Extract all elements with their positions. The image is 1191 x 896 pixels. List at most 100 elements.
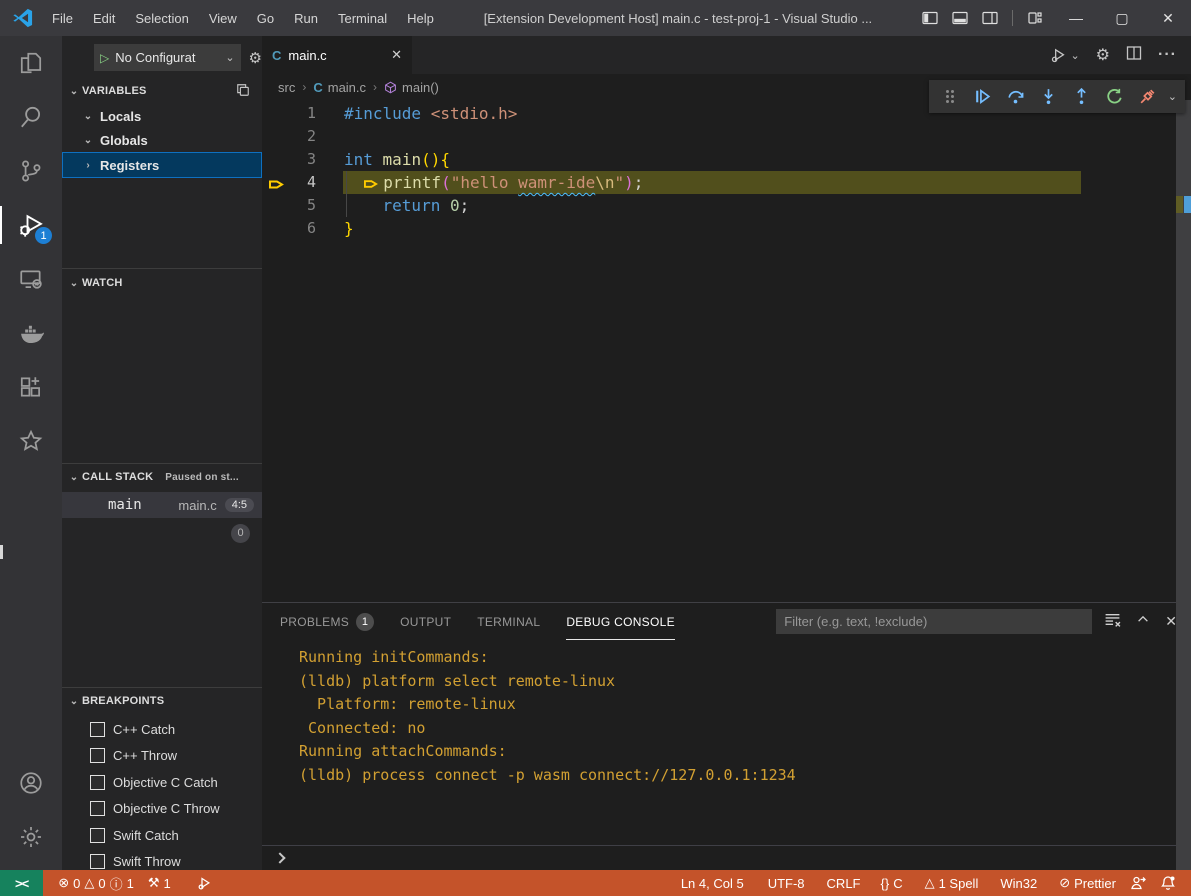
breakpoint-row[interactable]: Swift Catch [62, 822, 262, 849]
code-line-4[interactable]: 4 printf("hello wamr-ide\n"); [262, 171, 1191, 194]
variables-item-globals[interactable]: ⌄Globals [62, 128, 262, 152]
breakpoint-gutter[interactable] [262, 125, 288, 148]
feedback-button[interactable] [1123, 870, 1153, 896]
sidebar-item-remote-explorer[interactable] [0, 252, 62, 306]
manage-button[interactable] [0, 810, 62, 864]
scrollbar-slider[interactable] [1176, 100, 1191, 870]
variables-item-locals[interactable]: ⌄Locals [62, 104, 262, 128]
menu-terminal[interactable]: Terminal [328, 0, 397, 36]
breakpoints-section-header[interactable]: ⌄ BREAKPOINTS [62, 690, 262, 712]
code-line-2[interactable]: 2 [262, 125, 1191, 148]
debug-session-status[interactable] [190, 870, 219, 896]
clear-console-icon[interactable] [1104, 611, 1121, 633]
call-stack-section-header[interactable]: ⌄ CALL STACK Paused on st... [62, 466, 262, 488]
menu-file[interactable]: File [42, 0, 83, 36]
variables-item-registers[interactable]: ›Registers [62, 152, 262, 178]
restart-button[interactable] [1102, 84, 1128, 110]
debug-gear-button[interactable]: ⚙ [1096, 45, 1110, 65]
tab-main-c[interactable]: C main.c ✕ [262, 36, 412, 74]
panel-tab-problems[interactable]: PROBLEMS1 [280, 603, 374, 640]
cursor-position[interactable]: Ln 4, Col 5 [674, 870, 751, 896]
breakpoint-gutter[interactable] [262, 102, 288, 125]
breakpoint-checkbox[interactable] [90, 722, 105, 737]
breadcrumb-item[interactable]: src [278, 80, 295, 95]
eol[interactable]: CRLF [820, 870, 868, 896]
chevron-down-icon[interactable]: ⌄ [1070, 49, 1079, 62]
step-over-button[interactable] [1003, 84, 1029, 110]
toggle-sidebar-icon[interactable] [922, 10, 938, 26]
sidebar-item-extensions[interactable] [0, 360, 62, 414]
breakpoint-gutter[interactable] [262, 148, 288, 171]
breakpoint-row[interactable]: C++ Throw [62, 743, 262, 770]
code-line-3[interactable]: 3int main(){ [262, 148, 1191, 171]
sidebar-item-source-control[interactable] [0, 144, 62, 198]
copy-value-icon[interactable] [236, 83, 250, 100]
menu-view[interactable]: View [199, 0, 247, 36]
more-actions-button[interactable]: ··· [1158, 46, 1177, 64]
panel-tab-output[interactable]: OUTPUT [400, 603, 451, 640]
menu-edit[interactable]: Edit [83, 0, 125, 36]
debug-start-icon[interactable]: ▷ [100, 51, 109, 65]
formatter-status[interactable]: ⊘ Prettier [1052, 870, 1123, 896]
drag-handle-icon[interactable] [937, 84, 963, 110]
breakpoint-gutter[interactable] [262, 194, 288, 217]
panel-tab-debug-console[interactable]: DEBUG CONSOLE [566, 603, 675, 640]
close-tab-icon[interactable]: ✕ [391, 47, 402, 63]
step-out-button[interactable] [1069, 84, 1095, 110]
maximize-panel-icon[interactable] [1136, 612, 1150, 631]
debug-settings-gear-icon[interactable]: ⚙ [249, 49, 262, 67]
notifications-button[interactable] [1153, 870, 1183, 896]
customize-layout-icon[interactable] [1027, 10, 1043, 26]
close-button[interactable]: ✕ [1145, 0, 1191, 36]
accounts-button[interactable] [0, 756, 62, 810]
code-line-6[interactable]: 6} [262, 217, 1191, 240]
debug-configuration-dropdown[interactable]: ▷ No Configurat ⌄ [94, 44, 241, 71]
console-filter-input[interactable] [776, 609, 1092, 634]
breakpoint-checkbox[interactable] [90, 854, 105, 869]
breakpoint-row[interactable]: C++ Catch [62, 716, 262, 743]
toggle-secondary-sidebar-icon[interactable] [982, 10, 998, 26]
sidebar-item-favorites[interactable] [0, 414, 62, 468]
disconnect-button[interactable] [1135, 84, 1161, 110]
panel-tab-terminal[interactable]: TERMINAL [477, 603, 540, 640]
breakpoint-checkbox[interactable] [90, 801, 105, 816]
watch-section-header[interactable]: ⌄ WATCH [62, 272, 262, 294]
toggle-panel-icon[interactable] [952, 10, 968, 26]
language-mode[interactable]: {} C [874, 870, 910, 896]
run-or-debug-button[interactable]: ⌄ [1050, 47, 1079, 64]
debug-console-output[interactable]: Running initCommands:(lldb) platform sel… [262, 640, 1191, 845]
step-into-button[interactable] [1036, 84, 1062, 110]
chevron-down-icon[interactable]: ⌄ [1168, 90, 1177, 103]
menu-run[interactable]: Run [284, 0, 328, 36]
breakpoint-checkbox[interactable] [90, 748, 105, 763]
maximize-button[interactable]: ▢ [1099, 0, 1145, 36]
breakpoint-gutter[interactable] [262, 217, 288, 240]
sidebar-item-docker[interactable] [0, 306, 62, 360]
sidebar-item-run-and-debug[interactable]: 1 [0, 198, 62, 252]
platform-status[interactable]: Win32 [993, 870, 1044, 896]
breakpoint-row[interactable]: Objective C Throw [62, 796, 262, 823]
menu-help[interactable]: Help [397, 0, 444, 36]
continue-button[interactable] [970, 84, 996, 110]
tools-status[interactable]: ⚒ 1 [141, 870, 178, 896]
breakpoint-checkbox[interactable] [90, 775, 105, 790]
split-editor-button[interactable] [1126, 45, 1142, 66]
variables-section-header[interactable]: ⌄ VARIABLES [62, 80, 262, 102]
breadcrumb-item[interactable]: main() [384, 80, 439, 95]
sidebar-item-explorer[interactable] [0, 36, 62, 90]
minimize-button[interactable]: — [1053, 0, 1099, 36]
breakpoint-gutter[interactable] [262, 171, 288, 194]
breakpoint-checkbox[interactable] [90, 828, 105, 843]
sidebar-item-search[interactable] [0, 90, 62, 144]
menu-go[interactable]: Go [247, 0, 284, 36]
encoding[interactable]: UTF-8 [761, 870, 812, 896]
debug-console-input[interactable] [262, 845, 1191, 870]
code-line-5[interactable]: 5 return 0; [262, 194, 1191, 217]
call-stack-frame[interactable]: main main.c 4:5 [62, 492, 262, 518]
breakpoint-row[interactable]: Swift Throw [62, 849, 262, 871]
breadcrumb-item[interactable]: Cmain.c [313, 80, 366, 95]
breakpoint-row[interactable]: Objective C Catch [62, 769, 262, 796]
code-editor[interactable]: 1#include <stdio.h>23int main(){4 printf… [262, 100, 1191, 602]
overview-ruler[interactable] [1176, 100, 1191, 870]
problems-status[interactable]: ⊗ 0 △ 0 ⓘ 1 [51, 870, 141, 896]
